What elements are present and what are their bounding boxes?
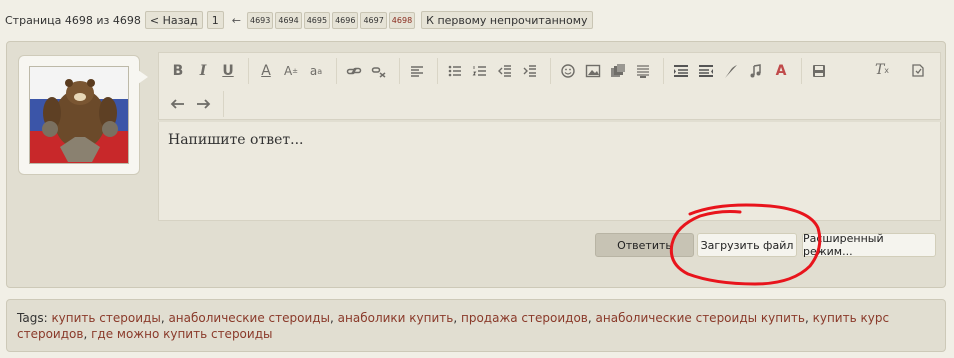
page-link[interactable]: 4695 xyxy=(303,11,331,29)
tag-link[interactable]: продажа стероидов xyxy=(461,311,588,325)
avatar[interactable] xyxy=(29,66,129,164)
quote-icon[interactable] xyxy=(670,60,692,82)
page-indicator: Страница 4698 из 4698 xyxy=(5,13,141,27)
tag-link[interactable]: где можно купить стероиды xyxy=(91,327,272,341)
advanced-mode-button[interactable]: Расширенный режим... xyxy=(802,232,936,258)
font-icon[interactable]: A xyxy=(770,60,792,82)
tag-link[interactable]: анаболические стероиды xyxy=(168,311,330,325)
text-color-icon[interactable]: A xyxy=(255,60,277,82)
quick-reply-editor: B I U A A ± aa A T x Напишите ответ... О… xyxy=(6,41,946,288)
page-link[interactable]: 4693 xyxy=(247,11,274,29)
upload-file-button[interactable]: Загрузить файл xyxy=(697,233,797,257)
outdent-icon[interactable] xyxy=(494,60,516,82)
numbered-list-icon[interactable] xyxy=(469,60,491,82)
tags-panel: Tags: купить стероиды, анаболические сте… xyxy=(6,299,946,352)
avatar-frame xyxy=(18,55,140,175)
first-unread-button[interactable]: К первому непрочитанному xyxy=(421,11,593,29)
reply-button[interactable]: Ответить xyxy=(595,233,694,257)
reply-textarea[interactable]: Напишите ответ... xyxy=(158,122,941,221)
bulleted-list-icon[interactable] xyxy=(444,60,466,82)
link-icon[interactable] xyxy=(343,60,365,82)
tags-label: Tags: xyxy=(17,311,48,325)
avatar-pointer xyxy=(138,70,148,84)
image-icon[interactable] xyxy=(582,60,604,82)
unlink-icon[interactable] xyxy=(368,60,390,82)
music-icon[interactable] xyxy=(745,60,767,82)
remove-format-icon[interactable]: Tx xyxy=(871,59,893,81)
first-page-button[interactable]: 1 xyxy=(206,11,224,29)
redo-icon[interactable] xyxy=(192,93,214,115)
page-link[interactable]: 4694 xyxy=(275,11,302,29)
pagination: Страница 4698 из 4698 < Назад 1 ← 4693 4… xyxy=(5,10,597,30)
font-family-icon[interactable]: aa xyxy=(305,60,327,82)
page-link[interactable]: 4696 xyxy=(332,11,359,29)
undo-icon[interactable] xyxy=(167,93,189,115)
prev-page-button[interactable]: < Назад xyxy=(144,11,203,29)
insert-more-icon[interactable] xyxy=(632,60,654,82)
smiley-icon[interactable] xyxy=(557,60,579,82)
tag-link[interactable]: анаболические стероиды купить xyxy=(596,311,805,325)
indent-icon[interactable] xyxy=(519,60,541,82)
code-icon[interactable] xyxy=(695,60,717,82)
page-link[interactable]: 4697 xyxy=(360,11,387,29)
tag-link[interactable]: анаболики купить xyxy=(338,311,454,325)
feather-icon[interactable] xyxy=(720,60,742,82)
italic-icon[interactable]: I xyxy=(192,60,214,82)
tag-link[interactable]: купить стероиды xyxy=(51,311,160,325)
restore-draft-icon[interactable] xyxy=(907,59,929,81)
font-size-icon[interactable]: A ± xyxy=(280,60,302,82)
current-page: 4698 xyxy=(388,11,416,29)
pagination-arrow: ← xyxy=(231,13,241,27)
align-icon[interactable] xyxy=(406,60,428,82)
underline-icon[interactable]: U xyxy=(217,60,239,82)
bold-icon[interactable]: B xyxy=(167,60,189,82)
editor-toolbar: B I U A A ± aa A T x xyxy=(158,52,941,120)
save-draft-icon[interactable] xyxy=(808,60,830,82)
media-icon[interactable] xyxy=(607,60,629,82)
